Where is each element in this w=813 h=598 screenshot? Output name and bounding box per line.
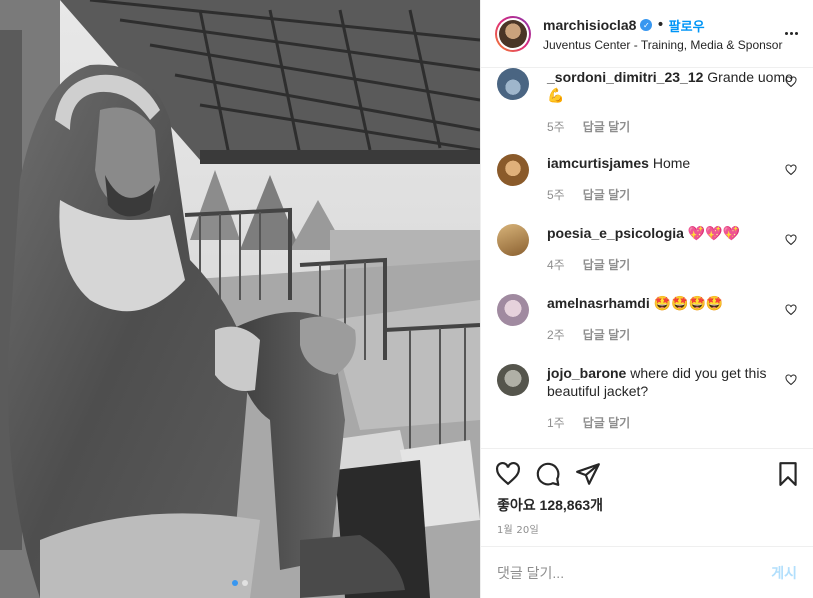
comment-username[interactable]: iamcurtisjames xyxy=(547,155,649,171)
paper-plane-icon[interactable] xyxy=(575,461,601,487)
comment-like-icon[interactable] xyxy=(785,76,797,88)
reply-button[interactable]: 답글 달기 xyxy=(583,186,631,204)
post-comment-button[interactable]: 게시 xyxy=(771,563,797,583)
reply-button[interactable]: 답글 달기 xyxy=(583,118,631,136)
add-comment-bar: 게시 xyxy=(481,546,813,598)
comment-age[interactable]: 4주 xyxy=(547,256,565,274)
commenter-avatar[interactable] xyxy=(497,364,529,396)
verified-badge-icon: ✓ xyxy=(640,19,653,31)
post-photo[interactable] xyxy=(0,0,480,598)
post-location[interactable]: Juventus Center - Training, Media & Spon… xyxy=(543,38,782,52)
comment-username[interactable]: jojo_barone xyxy=(547,365,626,381)
reply-button[interactable]: 답글 달기 xyxy=(583,414,631,432)
comment-like-icon[interactable] xyxy=(785,304,797,316)
comment-age[interactable]: 2주 xyxy=(547,326,565,344)
comment-text: 💖💖💖 xyxy=(687,225,741,241)
comment-age[interactable]: 5주 xyxy=(547,118,565,136)
comment-item: _sordoni_dimitri_23_12 Grande uomo 💪 5주 … xyxy=(497,68,797,136)
comment-like-icon[interactable] xyxy=(785,234,797,246)
comment-item: amelnasrhamdi 🤩🤩🤩🤩 2주 답글 달기 xyxy=(497,294,797,344)
comment-age[interactable]: 1주 xyxy=(547,414,565,432)
author-avatar[interactable] xyxy=(495,15,531,52)
comment-item: poesia_e_psicologia 💖💖💖 4주 답글 달기 xyxy=(497,224,797,274)
comment-text: 🤩🤩🤩🤩 xyxy=(653,295,724,311)
comment-like-icon[interactable] xyxy=(785,374,797,386)
reply-button[interactable]: 답글 달기 xyxy=(583,256,631,274)
commenter-avatar[interactable] xyxy=(497,154,529,186)
reply-button[interactable]: 답글 달기 xyxy=(583,326,631,344)
photo-image xyxy=(0,0,480,598)
post-date[interactable]: 1월 20일 xyxy=(497,521,539,536)
commenter-avatar[interactable] xyxy=(497,294,529,326)
comment-username[interactable]: poesia_e_psicologia xyxy=(547,225,684,241)
carousel-dot xyxy=(242,580,248,586)
bookmark-icon[interactable] xyxy=(775,461,801,487)
heart-outline-icon[interactable] xyxy=(495,461,521,487)
post-modal: marchisiocla8 ✓ • 팔로우 Juventus Center - … xyxy=(0,0,813,598)
comment-text: Home xyxy=(652,155,691,171)
commenter-avatar[interactable] xyxy=(497,68,529,100)
comment-age[interactable]: 5주 xyxy=(547,186,565,204)
comment-item: iamcurtisjames Home 5주 답글 달기 xyxy=(497,154,797,204)
post-header: marchisiocla8 ✓ • 팔로우 Juventus Center - … xyxy=(481,0,813,68)
comment-username[interactable]: _sordoni_dimitri_23_12 xyxy=(547,69,703,85)
more-options-icon[interactable] xyxy=(781,32,801,35)
author-username[interactable]: marchisiocla8 xyxy=(543,17,636,33)
comment-input[interactable] xyxy=(497,564,772,581)
comments-list[interactable]: _sordoni_dimitri_23_12 Grande uomo 💪 5주 … xyxy=(481,68,813,448)
post-side-panel: marchisiocla8 ✓ • 팔로우 Juventus Center - … xyxy=(480,0,813,598)
comment-bubble-icon[interactable] xyxy=(535,461,561,487)
likes-count[interactable]: 좋아요 128,863개 xyxy=(497,495,603,515)
follow-button[interactable]: 팔로우 xyxy=(669,16,705,35)
comment-username[interactable]: amelnasrhamdi xyxy=(547,295,650,311)
carousel-dot xyxy=(232,580,238,586)
carousel-indicator xyxy=(232,580,248,586)
post-actions: 좋아요 128,863개 1월 20일 게시 xyxy=(481,448,813,598)
commenter-avatar[interactable] xyxy=(497,224,529,256)
comment-like-icon[interactable] xyxy=(785,164,797,176)
follow-separator: • xyxy=(656,17,665,33)
comment-item: jojo_barone where did you get this beaut… xyxy=(497,364,797,432)
